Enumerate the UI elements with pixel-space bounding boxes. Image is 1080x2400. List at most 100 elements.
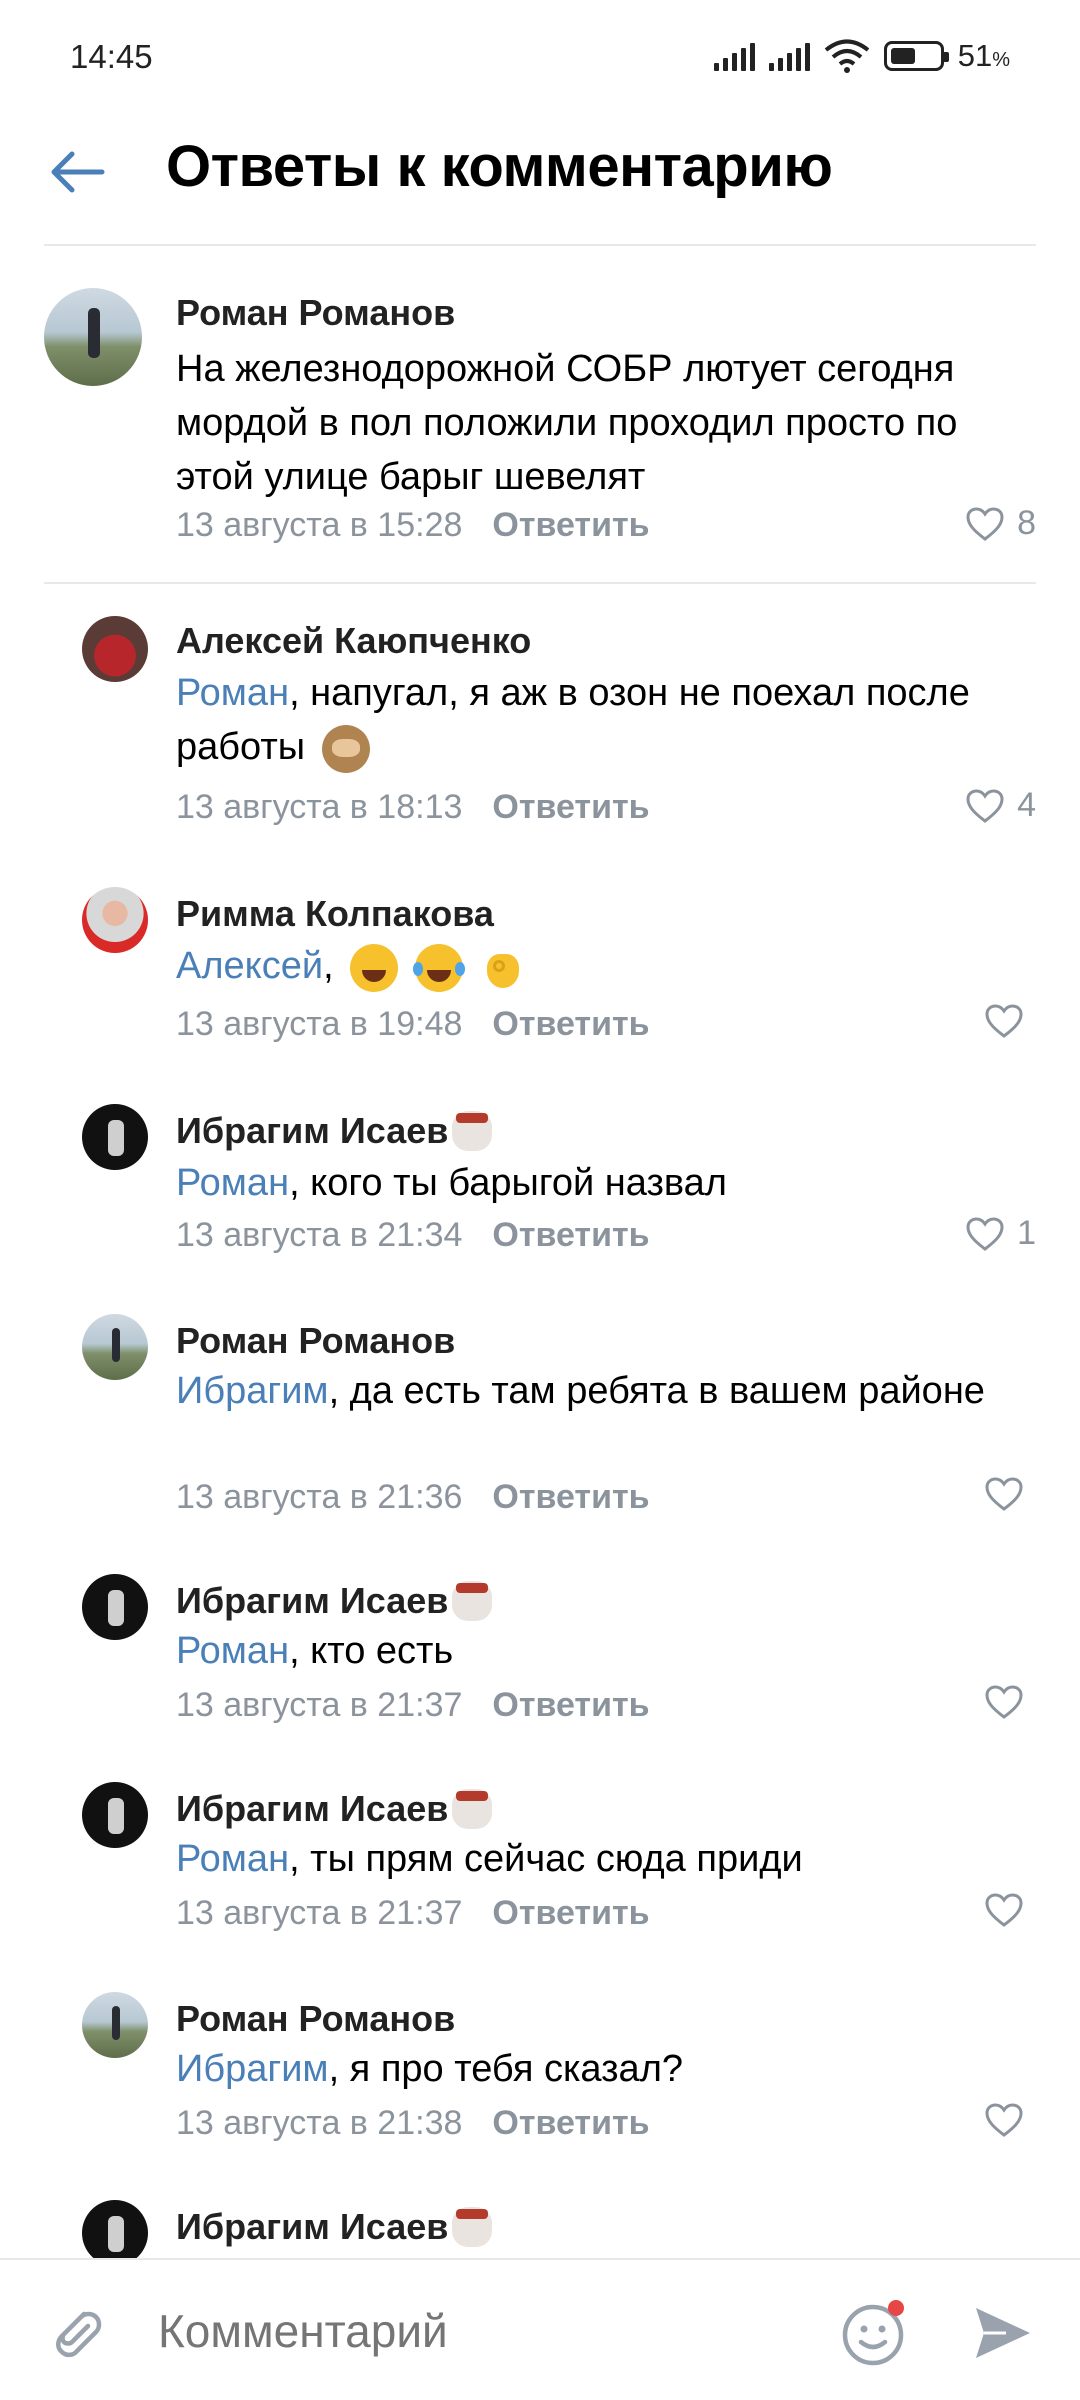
like-button[interactable]	[984, 1892, 1036, 1928]
wifi-icon	[824, 39, 869, 73]
reply-button[interactable]: Ответить	[492, 1005, 649, 1043]
laughing-emoji-icon	[350, 943, 399, 992]
like-button[interactable]	[984, 1684, 1036, 1720]
comment-author[interactable]: Роман Романов	[176, 1320, 455, 1362]
reply-comment: Ибрагим Исаев Роман, кого ты барыгой наз…	[0, 1092, 1080, 1292]
tears-of-joy-emoji-icon	[412, 943, 465, 992]
avatar-sticker-icon	[452, 1111, 493, 1151]
comment-composer	[0, 2258, 1080, 2400]
heart-icon	[985, 1477, 1023, 1511]
comment-text: На железнодорожной СОБР лютует сегодня м…	[176, 348, 958, 498]
like-button[interactable]	[984, 2102, 1036, 2138]
reply-button[interactable]: Ответить	[492, 1894, 649, 1932]
mention-link[interactable]: Роман	[176, 1630, 289, 1672]
heart-icon	[985, 1685, 1023, 1719]
avatar[interactable]	[82, 1992, 148, 2058]
like-count: 8	[1017, 504, 1036, 542]
avatar[interactable]	[82, 1782, 148, 1848]
mention-link[interactable]: Алексей	[176, 945, 323, 987]
mention-link[interactable]: Роман	[176, 1162, 289, 1204]
reply-comment: Роман Романов Ибрагим, да есть там ребят…	[0, 1302, 1080, 1542]
reply-comment: Ибрагим Исаев Роман, кто есть 13 августа…	[0, 1562, 1080, 1762]
comment-date: 13 августа в 21:37	[176, 1894, 463, 1932]
smile-icon	[842, 2300, 904, 2366]
comment-date: 13 августа в 15:28	[176, 506, 463, 544]
battery-icon	[883, 41, 949, 71]
reply-button[interactable]: Ответить	[492, 2104, 649, 2142]
reply-comment: Римма Колпакова Алексей, 13 августа в 19…	[0, 875, 1080, 1075]
heart-icon	[985, 1004, 1023, 1038]
mention-link[interactable]: Ибрагим	[176, 1370, 329, 1412]
comment-author[interactable]: Ибрагим Исаев	[176, 2206, 493, 2248]
heart-icon	[966, 1216, 1004, 1251]
like-button[interactable]	[984, 1003, 1036, 1039]
like-count: 1	[1017, 1214, 1036, 1252]
signal-icon-2	[768, 41, 810, 71]
arrow-left-icon	[51, 151, 105, 193]
avatar[interactable]	[82, 2200, 148, 2258]
reply-button[interactable]: Ответить	[492, 506, 649, 544]
header: Ответы к комментарию	[0, 120, 1080, 245]
header-divider	[44, 244, 1036, 246]
comment-meta: 13 августа в 21:36 Ответить	[176, 1478, 650, 1517]
reply-comment: Роман Романов Ибрагим, я про тебя сказал…	[0, 1980, 1080, 2180]
comment-date: 13 августа в 21:38	[176, 2104, 463, 2142]
like-button[interactable]	[984, 1476, 1036, 1512]
comment-author[interactable]: Ибрагим Исаев	[176, 1110, 493, 1152]
see-no-evil-monkey-icon	[321, 724, 370, 773]
comment-author[interactable]: Роман Романов	[176, 1998, 455, 2040]
comment-author[interactable]: Алексей Каюпченко	[176, 620, 531, 662]
avatar[interactable]	[82, 887, 148, 953]
avatar[interactable]	[82, 616, 148, 682]
comment-date: 13 августа в 18:13	[176, 788, 463, 826]
comment-author[interactable]: Ибрагим Исаев	[176, 1580, 493, 1622]
reply-button[interactable]: Ответить	[492, 788, 649, 826]
root-comment: Роман Романов На железнодорожной СОБР лю…	[0, 250, 1080, 580]
back-button[interactable]	[46, 140, 110, 204]
signal-icon	[713, 41, 755, 71]
avatar-sticker-icon	[452, 1581, 493, 1621]
like-button[interactable]: 8	[965, 504, 1036, 543]
comment-author[interactable]: Ибрагим Исаев	[176, 1788, 493, 1830]
mention-link[interactable]: Роман	[176, 1838, 289, 1880]
battery-fill	[890, 48, 915, 64]
comment-meta: 13 августа в 21:37 Ответить	[176, 1686, 650, 1725]
avatar[interactable]	[82, 1574, 148, 1640]
comment-date: 13 августа в 21:36	[176, 1478, 463, 1516]
comment-text: Роман, кого ты барыгой назвал	[176, 1162, 727, 1204]
comment-text: Роман, кто есть	[176, 1630, 454, 1672]
comment-text: Ибрагим, я про тебя сказал?	[176, 2048, 683, 2090]
comment-text: Ибрагим, да есть там ребята в вашем райо…	[176, 1370, 985, 1412]
like-button[interactable]: 4	[965, 786, 1036, 825]
reply-button[interactable]: Ответить	[492, 1216, 649, 1254]
reply-button[interactable]: Ответить	[492, 1686, 649, 1724]
comment-author[interactable]: Роман Романов	[176, 292, 455, 334]
mention-link[interactable]: Роман	[176, 672, 289, 714]
avatar[interactable]	[44, 288, 142, 386]
comment-text: Роман, ты прям сейчас сюда приди	[176, 1838, 803, 1880]
like-button[interactable]: 1	[965, 1214, 1036, 1253]
comment-date: 13 августа в 19:48	[176, 1005, 463, 1043]
attach-button[interactable]	[44, 2300, 108, 2369]
send-button[interactable]	[970, 2300, 1036, 2366]
comment-meta: 13 августа в 21:37 Ответить	[176, 1894, 650, 1933]
comment-date: 13 августа в 21:37	[176, 1686, 463, 1724]
comment-input[interactable]	[158, 2304, 798, 2358]
reply-button[interactable]: Ответить	[492, 1478, 649, 1516]
comment-author[interactable]: Римма Колпакова	[176, 893, 494, 935]
avatar[interactable]	[82, 1314, 148, 1380]
avatar[interactable]	[82, 1104, 148, 1170]
like-count: 4	[1017, 786, 1036, 824]
status-time: 14:45	[70, 38, 153, 75]
mention-link[interactable]: Ибрагим	[176, 2048, 329, 2090]
emoji-button[interactable]	[840, 2298, 910, 2368]
avatar-sticker-icon	[452, 2207, 493, 2247]
reply-comment: Ибрагим Исаев Роман, ты прям сейчас сюда…	[0, 1770, 1080, 1970]
reply-comment: Ибрагим Исаев	[0, 2188, 1080, 2258]
comment-text: Алексей,	[176, 939, 1036, 993]
comment-meta: 13 августа в 18:13 Ответить	[176, 788, 650, 827]
heart-icon	[985, 2103, 1023, 2137]
comment-text: Роман, напугал, я аж в озон не поехал по…	[176, 666, 1036, 774]
reply-comment: Алексей Каюпченко Роман, напугал, я аж в…	[0, 600, 1080, 860]
send-icon	[976, 2308, 1030, 2358]
